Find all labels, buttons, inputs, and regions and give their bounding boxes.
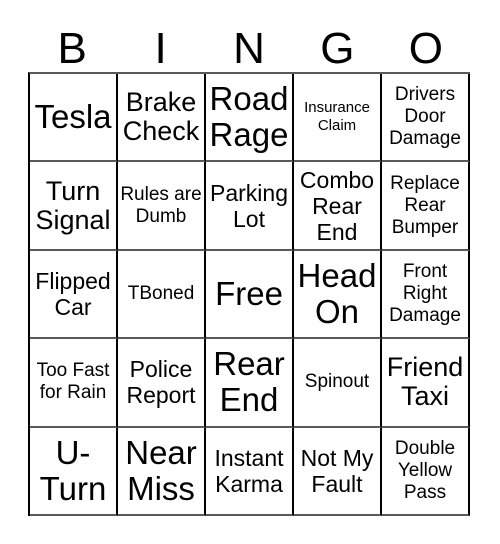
bingo-header-letter-b: B <box>57 24 87 73</box>
bingo-cell[interactable]: Spinout <box>294 339 382 428</box>
bingo-cell[interactable]: Brake Check <box>118 74 206 163</box>
bingo-cell[interactable]: Too Fast for Rain <box>30 339 118 428</box>
bingo-grid: Tesla Brake Check Road Rage Insurance Cl… <box>28 72 470 516</box>
bingo-cell[interactable]: Front Right Damage <box>382 250 470 340</box>
bingo-cell[interactable]: U-Turn <box>30 427 118 516</box>
bingo-cell-label: Not My Fault <box>300 444 374 497</box>
bingo-cell-label: Parking Lot <box>210 179 288 232</box>
bingo-cell-label: U-Turn <box>39 433 107 507</box>
bingo-cell[interactable]: Rules are Dumb <box>118 162 206 251</box>
bingo-cell[interactable]: Double Yellow Pass <box>382 427 470 516</box>
bingo-cell[interactable]: Rear End <box>206 339 294 428</box>
bingo-cell-label: Near Miss <box>125 433 197 507</box>
bingo-cell-free[interactable]: Free <box>206 250 294 340</box>
bingo-cell[interactable]: Drivers Door Damage <box>382 74 470 163</box>
bingo-cell-label: Insurance Claim <box>304 99 370 135</box>
bingo-cell-label: Combo Rear End <box>299 166 375 245</box>
bingo-cell[interactable]: Head On <box>294 250 382 340</box>
bingo-cell-label: Too Fast for Rain <box>36 360 110 404</box>
bingo-cell-label: Brake Check <box>122 87 200 147</box>
bingo-header-letter-n: N <box>233 24 265 73</box>
bingo-cell[interactable]: Flipped Car <box>30 250 118 340</box>
bingo-cell[interactable]: Police Report <box>118 339 206 428</box>
bingo-card: B I N G O Tesla Brake Check Road Rage In… <box>0 0 500 544</box>
bingo-cell-label: Road Rage <box>209 80 289 154</box>
bingo-cell-label: Instant Karma <box>214 444 284 497</box>
bingo-cell-label: Friend Taxi <box>386 352 464 412</box>
bingo-cell[interactable]: Road Rage <box>206 74 294 163</box>
bingo-cell[interactable]: Tesla <box>30 74 118 163</box>
bingo-cell[interactable]: Parking Lot <box>206 162 294 251</box>
bingo-cell-label: Flipped Car <box>35 267 111 320</box>
bingo-cell-label: Replace Rear Bumper <box>390 172 460 238</box>
bingo-header-letter-g: G <box>320 24 355 73</box>
bingo-cell[interactable]: Turn Signal <box>30 162 118 251</box>
bingo-cell-label: Drivers Door Damage <box>389 84 461 150</box>
bingo-cell-label: Tesla <box>34 98 112 136</box>
bingo-cell-label: Turn Signal <box>35 175 111 235</box>
bingo-cell[interactable]: TBoned <box>118 250 206 340</box>
bingo-cell-label: Police Report <box>126 356 196 409</box>
bingo-cell[interactable]: Not My Fault <box>294 427 382 516</box>
bingo-cell[interactable]: Friend Taxi <box>382 339 470 428</box>
bingo-cell[interactable]: Combo Rear End <box>294 162 382 251</box>
bingo-header: B I N G O <box>28 18 470 72</box>
bingo-cell-label: Head On <box>297 256 377 330</box>
bingo-header-letter-i: I <box>154 24 167 73</box>
bingo-header-letter-o: O <box>408 24 443 73</box>
bingo-cell[interactable]: Instant Karma <box>206 427 294 516</box>
bingo-cell[interactable]: Insurance Claim <box>294 74 382 163</box>
bingo-cell-label: TBoned <box>127 282 195 304</box>
bingo-cell-label: Rear End <box>213 345 285 419</box>
bingo-cell-label: Spinout <box>304 371 370 393</box>
bingo-cell-label: Double Yellow Pass <box>394 437 456 503</box>
bingo-cell-label: Free <box>215 274 283 312</box>
bingo-cell[interactable]: Replace Rear Bumper <box>382 162 470 251</box>
bingo-cell-label: Front Right Damage <box>389 260 461 326</box>
bingo-cell[interactable]: Near Miss <box>118 427 206 516</box>
bingo-cell-label: Rules are Dumb <box>120 183 202 227</box>
